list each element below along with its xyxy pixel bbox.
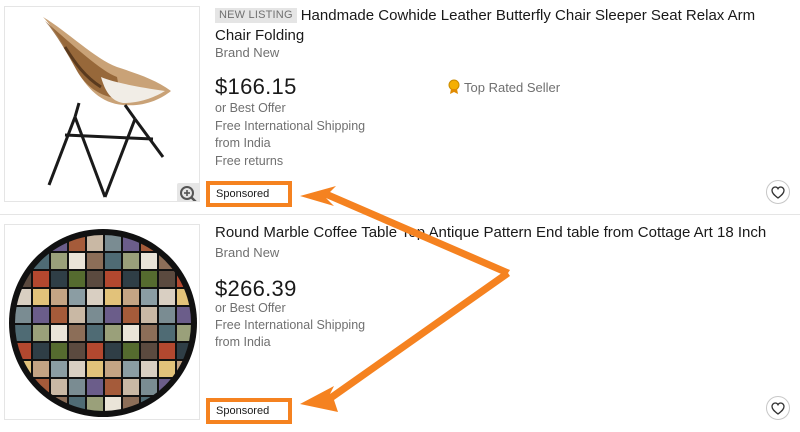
new-listing-badge: NEW LISTING	[215, 8, 297, 23]
best-offer-text: or Best Offer	[215, 101, 286, 115]
shipping-text: Free International Shipping	[215, 318, 366, 332]
listing-title[interactable]: NEW LISTING Handmade Cowhide Leather Butt…	[215, 6, 780, 46]
marble-table-image	[9, 229, 197, 417]
watch-heart-icon[interactable]	[766, 396, 790, 420]
sponsored-label: Sponsored	[206, 398, 292, 424]
price: $266.39	[215, 276, 297, 301]
price: $166.15	[215, 74, 297, 99]
medal-icon	[448, 79, 460, 94]
sponsored-text: Sponsored	[216, 405, 270, 417]
product-image-chair[interactable]	[4, 6, 200, 202]
location-text: from India	[215, 335, 271, 349]
shipping-text: Free International Shipping	[215, 119, 366, 133]
product-image-table[interactable]	[4, 224, 200, 420]
sponsored-text: Sponsored	[216, 188, 270, 200]
watch-heart-icon[interactable]	[766, 180, 790, 204]
location-text: from India	[215, 136, 271, 150]
condition-text: Brand New	[215, 245, 280, 260]
listing-card-2[interactable]: Round Marble Coffee Table Top Antique Pa…	[0, 218, 800, 432]
zoom-in-icon[interactable]	[177, 183, 199, 201]
seller-badge-label: Top Rated Seller	[464, 79, 561, 95]
listing-title[interactable]: Round Marble Coffee Table Top Antique Pa…	[215, 223, 780, 243]
listing-card-1[interactable]: NEW LISTING Handmade Cowhide Leather Butt…	[0, 0, 800, 210]
listing-divider	[0, 214, 800, 215]
sponsored-label: Sponsored	[206, 181, 292, 207]
condition-text: Brand New	[215, 45, 280, 60]
top-rated-seller: Top Rated Seller	[447, 79, 560, 95]
returns-text: Free returns	[215, 154, 284, 168]
chair-image	[43, 17, 171, 198]
best-offer-text: or Best Offer	[215, 301, 286, 315]
